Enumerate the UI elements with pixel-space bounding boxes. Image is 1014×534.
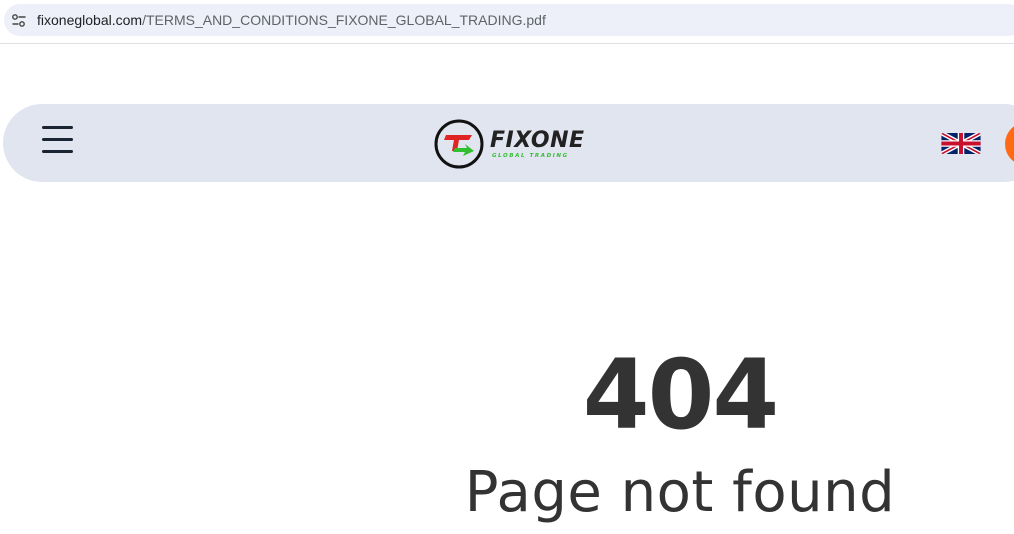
menu-line	[42, 138, 73, 141]
logo-mark-icon	[434, 119, 484, 169]
site-info-icon[interactable]	[10, 12, 28, 30]
error-message: Page not found	[464, 460, 896, 525]
url-path: /TERMS_AND_CONDITIONS_FIXONE_GLOBAL_TRAD…	[142, 12, 546, 28]
url-host: fixoneglobal.com	[37, 12, 143, 28]
error-code: 404	[582, 339, 779, 451]
menu-line	[42, 150, 73, 153]
url-text[interactable]: fixoneglobal.com/TERMS_AND_CONDITIONS_FI…	[37, 12, 546, 28]
menu-line	[42, 126, 73, 129]
header-action-button[interactable]	[1005, 122, 1014, 166]
hamburger-menu-button[interactable]	[40, 124, 76, 156]
address-bar[interactable]: fixoneglobal.com/TERMS_AND_CONDITIONS_FI…	[4, 4, 1014, 36]
site-header: FIXONE GLOBAL TRADING	[3, 104, 1014, 182]
browser-toolbar: fixoneglobal.com/TERMS_AND_CONDITIONS_FI…	[0, 0, 1014, 44]
uk-flag-icon[interactable]	[941, 133, 981, 154]
logo-tagline: GLOBAL TRADING	[492, 153, 569, 159]
site-logo[interactable]: FIXONE GLOBAL TRADING	[432, 118, 592, 170]
logo-name: FIXONE	[490, 128, 585, 153]
